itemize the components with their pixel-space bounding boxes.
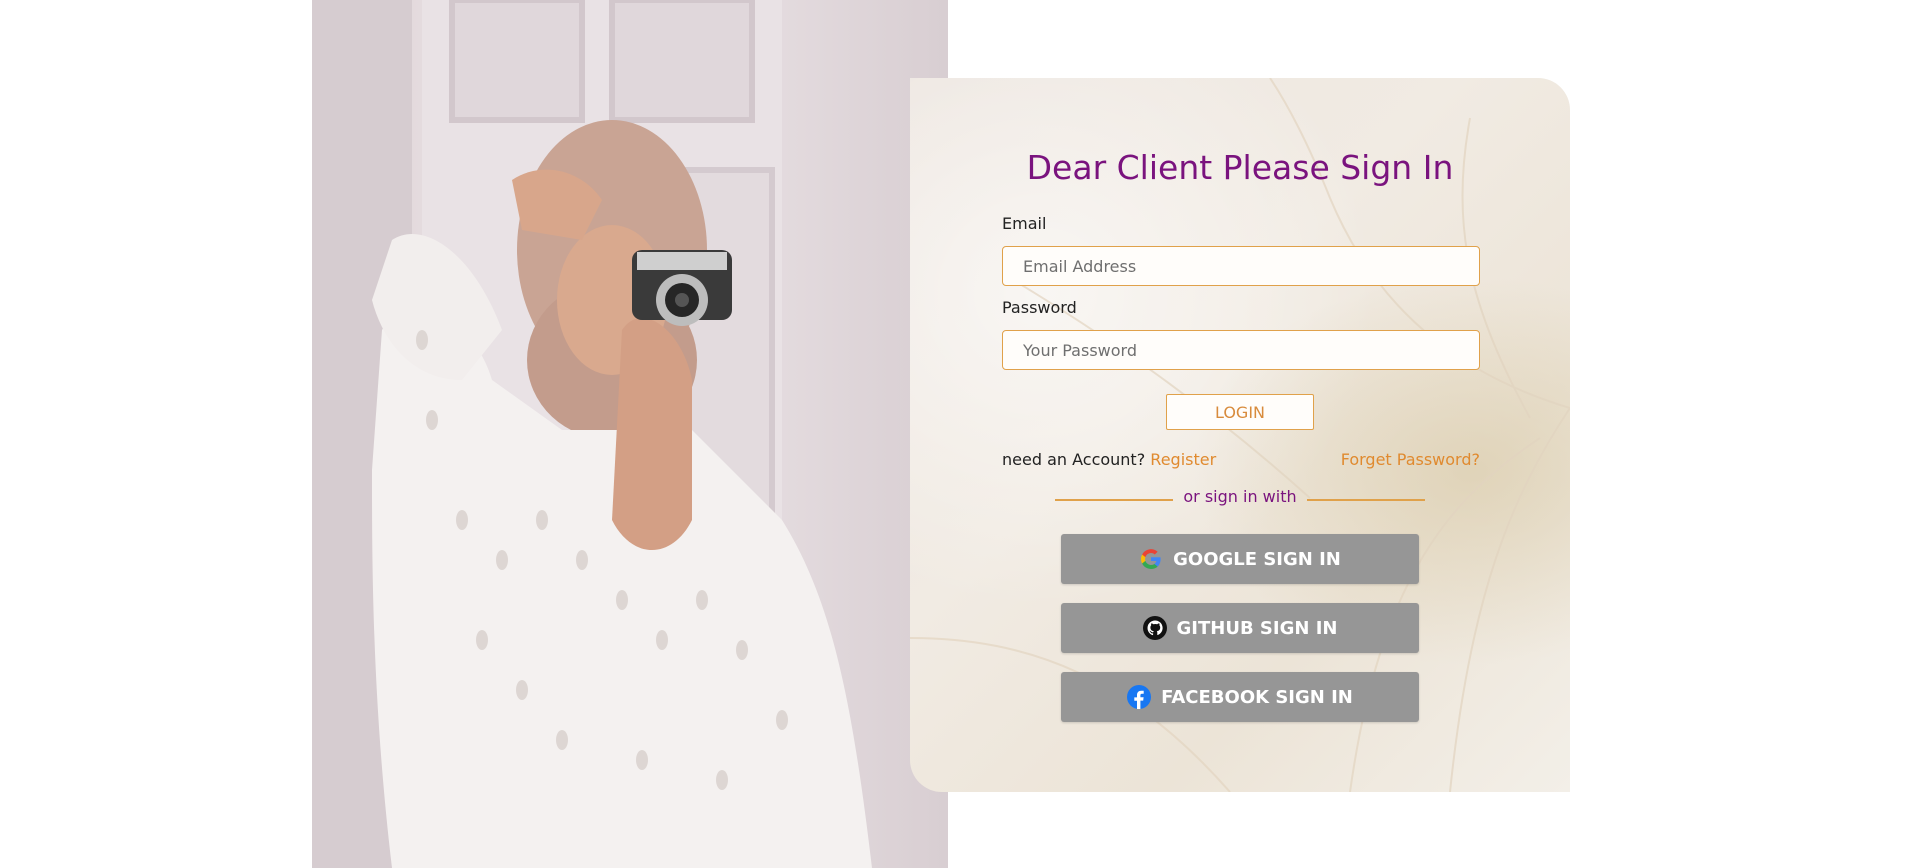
github-sign-in-button[interactable]: GITHUB SIGN IN (1061, 603, 1419, 653)
password-input[interactable] (1002, 330, 1480, 370)
google-sign-in-button[interactable]: GOOGLE SIGN IN (1061, 534, 1419, 584)
divider-text: or sign in with (1183, 487, 1297, 506)
facebook-sign-in-button[interactable]: FACEBOOK SIGN IN (1061, 672, 1419, 722)
hero-photo (312, 0, 948, 868)
need-account-text: need an Account? (1002, 450, 1146, 469)
email-label: Email (1002, 214, 1047, 233)
github-icon (1142, 616, 1167, 640)
facebook-sign-in-label: FACEBOOK SIGN IN (1161, 686, 1353, 708)
register-link[interactable]: Register (1150, 450, 1216, 469)
github-sign-in-label: GITHUB SIGN IN (1176, 617, 1338, 639)
forget-password-link[interactable]: Forget Password? (1341, 450, 1480, 469)
password-label: Password (1002, 298, 1077, 317)
google-icon (1139, 547, 1163, 571)
email-input[interactable] (1002, 246, 1480, 286)
google-sign-in-label: GOOGLE SIGN IN (1173, 548, 1341, 570)
divider-line-right (1307, 499, 1425, 501)
sign-in-card: Dear Client Please Sign In Email Passwor… (910, 78, 1570, 792)
login-button[interactable]: LOGIN (1166, 394, 1314, 430)
facebook-icon (1127, 685, 1152, 709)
page-title: Dear Client Please Sign In (1026, 148, 1454, 187)
need-account-row: need an Account? Register (1002, 450, 1216, 469)
photo-woman-camera (312, 0, 872, 868)
